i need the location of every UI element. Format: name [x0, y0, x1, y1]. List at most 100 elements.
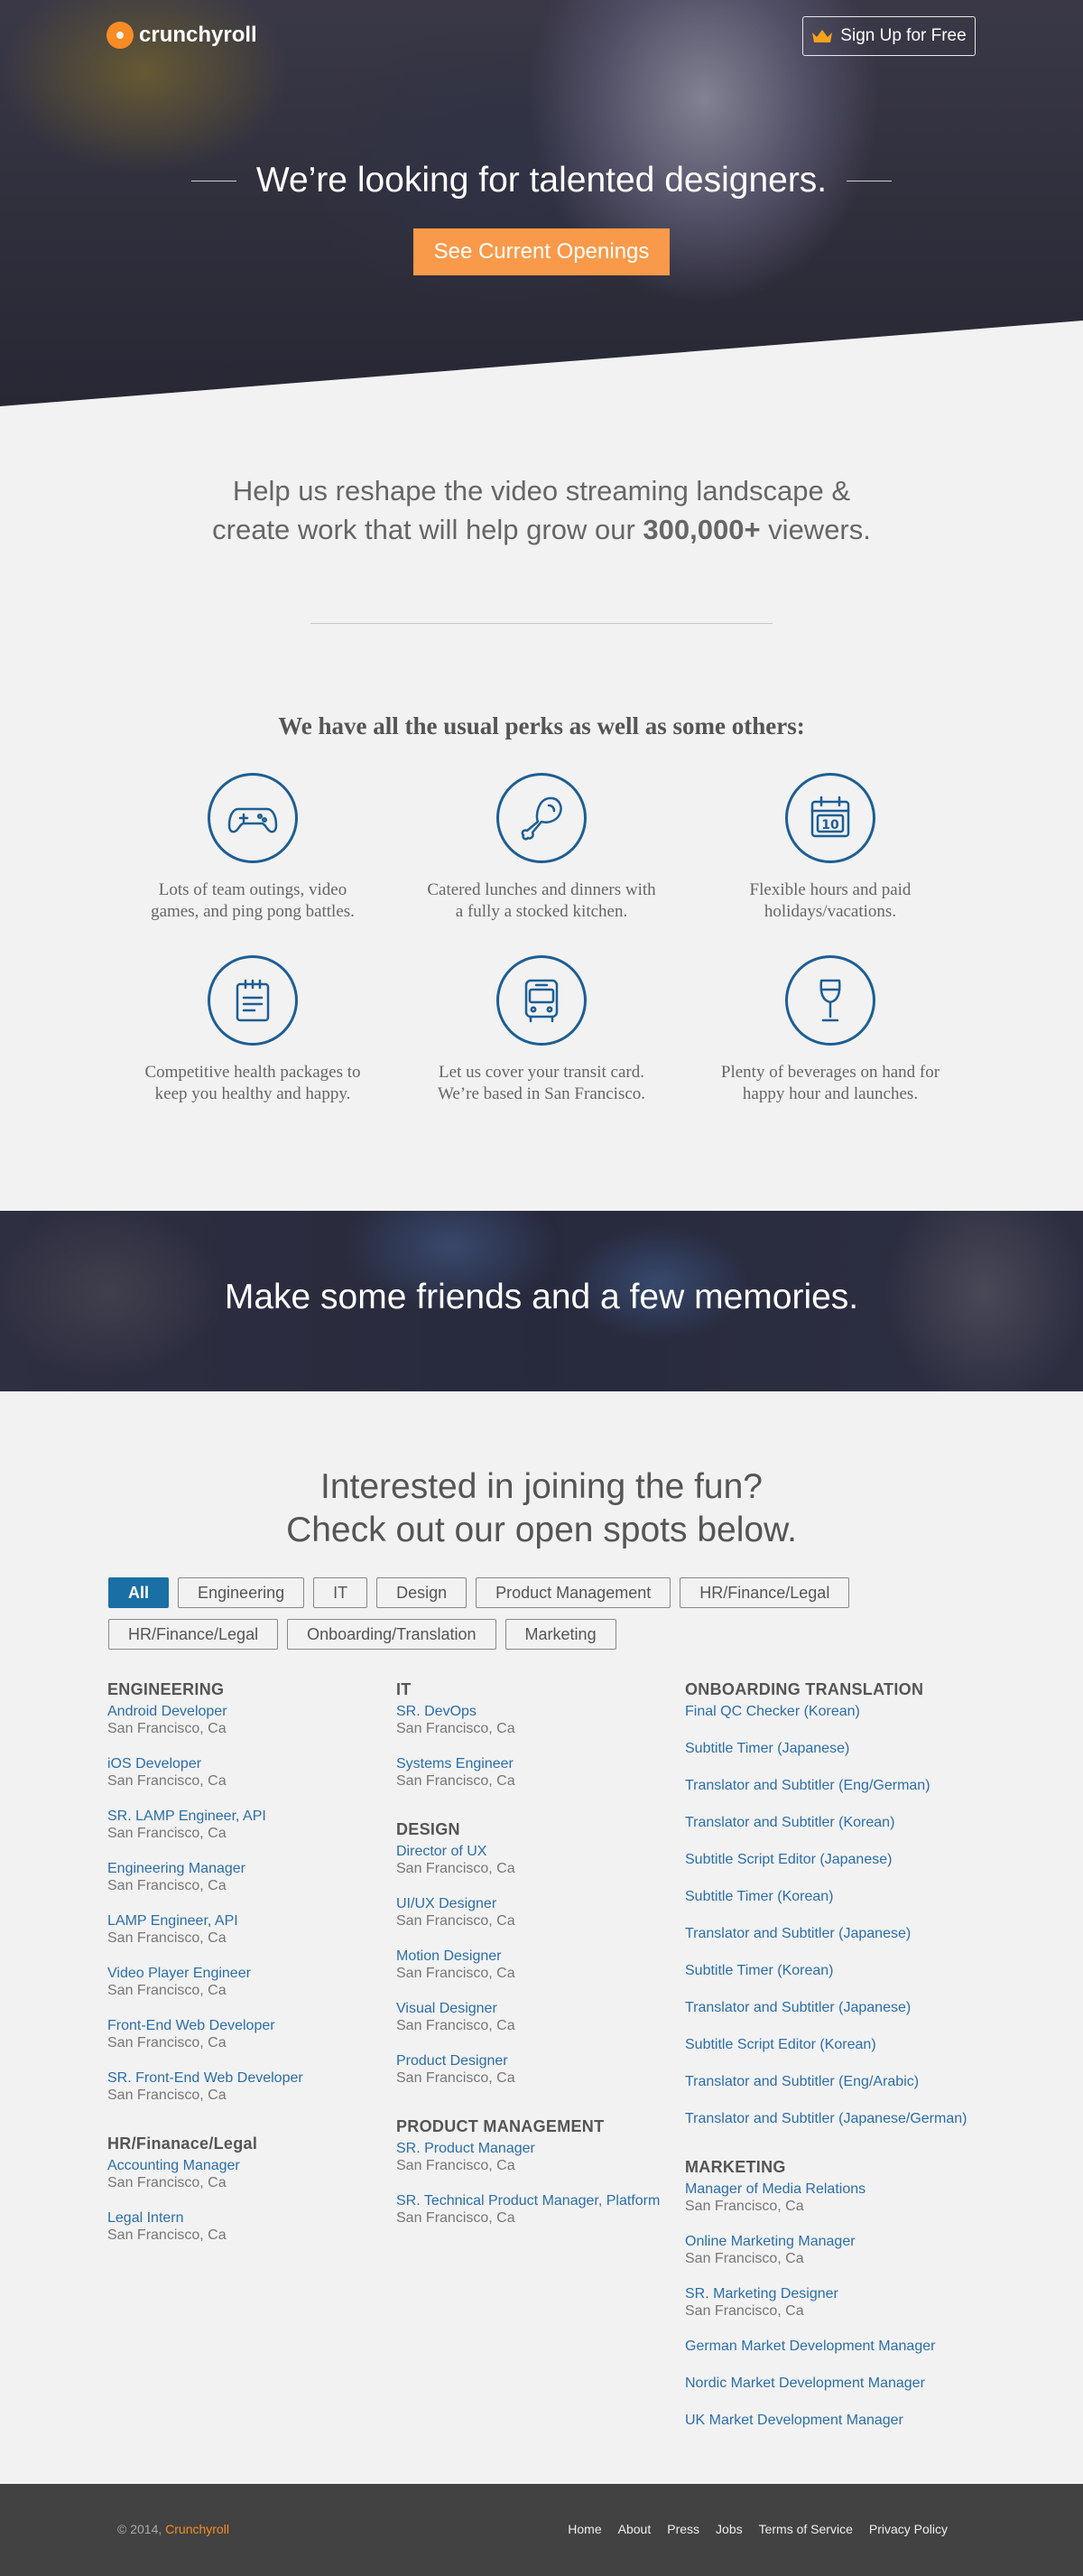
job-title-link[interactable]: Subtitle Timer (Japanese) [685, 1740, 1028, 1757]
filter-marketing[interactable]: Marketing [504, 1619, 616, 1650]
clipboard-icon [208, 955, 298, 1046]
job-location: San Francisco, Ca [396, 1966, 515, 1981]
job-title-link[interactable]: Visual Designer [396, 2000, 685, 2017]
perk-item: Let us cover your transit card. We’re ba… [397, 955, 686, 1105]
job-title-link[interactable]: Android Developer [107, 1703, 396, 1720]
job-title-link[interactable]: Translator and Subtitler (Korean) [685, 1814, 1028, 1831]
job-location: San Francisco, Ca [107, 1826, 227, 1841]
footer-nav: Home About Press Jobs Terms of Service P… [568, 2522, 948, 2536]
job-listing: Systems Engineer San Francisco, Ca [396, 1755, 685, 1790]
job-title-link[interactable]: Subtitle Script Editor (Japanese) [685, 1851, 1028, 1868]
job-title-link[interactable]: SR. Marketing Designer [685, 2285, 1028, 2302]
footer-link-press[interactable]: Press [667, 2522, 699, 2536]
perk-text: Lots of team outings, video games, and p… [151, 880, 355, 921]
job-group: DESIGN Director of UX San Francisco, Ca UI/… [396, 1820, 685, 2087]
footer-link-privacy[interactable]: Privacy Policy [869, 2522, 948, 2536]
crown-icon [812, 30, 833, 42]
job-title-link[interactable]: Subtitle Timer (Korean) [685, 1962, 1028, 1979]
calendar-icon: 10 [785, 773, 875, 863]
job-title-link[interactable]: SR. Technical Product Manager, Platform [396, 2192, 685, 2209]
job-listing: Translator and Subtitler (Japanese) [685, 1999, 1028, 2016]
intro-text: Help us reshape the video streaming land… [212, 475, 871, 545]
job-title-link[interactable]: Systems Engineer [396, 1755, 685, 1772]
job-title-link[interactable]: Translator and Subtitler (Eng/German) [685, 1777, 1028, 1794]
job-group: PRODUCT MANAGEMENT SR. Product Manager San… [396, 2117, 685, 2227]
job-listing: UI/UX Designer San Francisco, Ca [396, 1895, 685, 1930]
footer-link-terms[interactable]: Terms of Service [759, 2522, 853, 2536]
filter-it[interactable]: IT [313, 1577, 368, 1608]
job-title-link[interactable]: Subtitle Timer (Korean) [685, 1888, 1028, 1905]
job-listing: Final QC Checker (Korean) [685, 1703, 1028, 1720]
job-location: San Francisco, Ca [396, 2018, 515, 2033]
job-title-link[interactable]: Director of UX [396, 1843, 685, 1860]
job-listing: SR. Technical Product Manager, Platform S… [396, 2192, 685, 2227]
job-listing: Android Developer San Francisco, Ca [107, 1703, 396, 1737]
job-title-link[interactable]: SR. LAMP Engineer, API [107, 1808, 396, 1825]
crunchyroll-logo-icon [106, 22, 134, 49]
job-title-link[interactable]: Legal Intern [107, 2209, 396, 2227]
job-location: San Francisco, Ca [107, 2088, 227, 2103]
footer-link-jobs[interactable]: Jobs [716, 2522, 743, 2536]
job-listing: Front-End Web Developer San Francisco, Ca [107, 2017, 396, 2051]
job-listing: iOS Developer San Francisco, Ca [107, 1755, 396, 1790]
job-title-link[interactable]: SR. Product Manager [396, 2140, 685, 2157]
job-title-link[interactable]: Translator and Subtitler (Japanese/Germa… [685, 2110, 1028, 2127]
job-title-link[interactable]: iOS Developer [107, 1755, 396, 1772]
job-title-link[interactable]: Product Designer [396, 2052, 685, 2069]
job-title-link[interactable]: Engineering Manager [107, 1860, 396, 1877]
filter-onboarding-translation[interactable]: Onboarding/Translation [287, 1619, 496, 1650]
job-title-link[interactable]: Translator and Subtitler (Eng/Arabic) [685, 2073, 1028, 2090]
job-title-link[interactable]: Online Marketing Manager [685, 2233, 1028, 2250]
job-group: MARKETING Manager of Media Relations San F… [685, 2158, 1028, 2429]
job-location: San Francisco, Ca [396, 1913, 515, 1929]
job-title-link[interactable]: German Market Development Manager [685, 2338, 1028, 2355]
job-location: San Francisco, Ca [107, 2227, 227, 2243]
footer-brand-link[interactable]: Crunchyroll [165, 2522, 229, 2536]
filter-hr-finance-legal-2[interactable]: HR/Finance/Legal [108, 1619, 279, 1650]
job-listing: LAMP Engineer, API San Francisco, Ca [107, 1912, 396, 1947]
gamepad-icon [208, 773, 298, 863]
job-title-link[interactable]: Final QC Checker (Korean) [685, 1703, 1028, 1720]
sign-up-label: Sign Up for Free [840, 26, 967, 45]
job-location: San Francisco, Ca [396, 2210, 515, 2226]
job-listing: Video Player Engineer San Francisco, Ca [107, 1965, 396, 1999]
job-location: San Francisco, Ca [396, 1861, 515, 1876]
intro: Help us reshape the video streaming land… [0, 406, 1083, 623]
filter-product-management[interactable]: Product Management [476, 1577, 671, 1608]
job-title-link[interactable]: Video Player Engineer [107, 1965, 396, 1982]
bus-icon [496, 955, 587, 1046]
job-title-link[interactable]: Manager of Media Relations [685, 2181, 1028, 2198]
job-listing: German Market Development Manager [685, 2338, 1028, 2355]
job-title-link[interactable]: Accounting Manager [107, 2157, 396, 2174]
job-listing: SR. Marketing Designer San Francisco, Ca [685, 2285, 1028, 2320]
job-title-link[interactable]: Translator and Subtitler (Japanese) [685, 1999, 1028, 2016]
job-title-link[interactable]: Subtitle Script Editor (Korean) [685, 2036, 1028, 2053]
filter-hr-finance-legal[interactable]: HR/Finance/Legal [680, 1577, 850, 1608]
job-title-link[interactable]: SR. DevOps [396, 1703, 685, 1720]
filter-design[interactable]: Design [376, 1577, 467, 1608]
job-location: San Francisco, Ca [107, 1878, 227, 1893]
footer-link-home[interactable]: Home [568, 2522, 601, 2536]
job-group: ENGINEERING Android Developer San Francisc… [107, 1680, 396, 2104]
perk-grid: Lots of team outings, video games, and p… [108, 773, 975, 1105]
see-current-openings-button[interactable]: See Current Openings [413, 228, 670, 275]
footer-link-about[interactable]: About [618, 2522, 652, 2536]
jobs-section: Interested in joining the fun? Check out… [0, 1391, 1083, 2460]
filter-engineering[interactable]: Engineering [178, 1577, 305, 1608]
job-title-link[interactable]: Front-End Web Developer [107, 2017, 396, 2034]
job-title-link[interactable]: LAMP Engineer, API [107, 1912, 396, 1930]
job-title-link[interactable]: UI/UX Designer [396, 1895, 685, 1912]
job-listing: SR. LAMP Engineer, API San Francisco, Ca [107, 1808, 396, 1842]
job-title-link[interactable]: SR. Front-End Web Developer [107, 2069, 396, 2087]
job-title-link[interactable]: Translator and Subtitler (Japanese) [685, 1925, 1028, 1942]
perk-text: Plenty of beverages on hand for happy ho… [720, 1063, 940, 1103]
job-column: ENGINEERING Android Developer San Francisc… [107, 1680, 396, 2460]
job-title-link[interactable]: Nordic Market Development Manager [685, 2375, 1028, 2392]
job-listing: Online Marketing Manager San Francisco, C… [685, 2233, 1028, 2267]
sign-up-button[interactable]: Sign Up for Free [802, 16, 976, 56]
job-title-link[interactable]: Motion Designer [396, 1948, 685, 1965]
job-title-link[interactable]: UK Market Development Manager [685, 2412, 1028, 2429]
crunchyroll-logo[interactable]: crunchyroll [106, 22, 257, 49]
filter-all[interactable]: All [108, 1577, 170, 1608]
perk-item: Lots of team outings, video games, and p… [108, 773, 397, 923]
